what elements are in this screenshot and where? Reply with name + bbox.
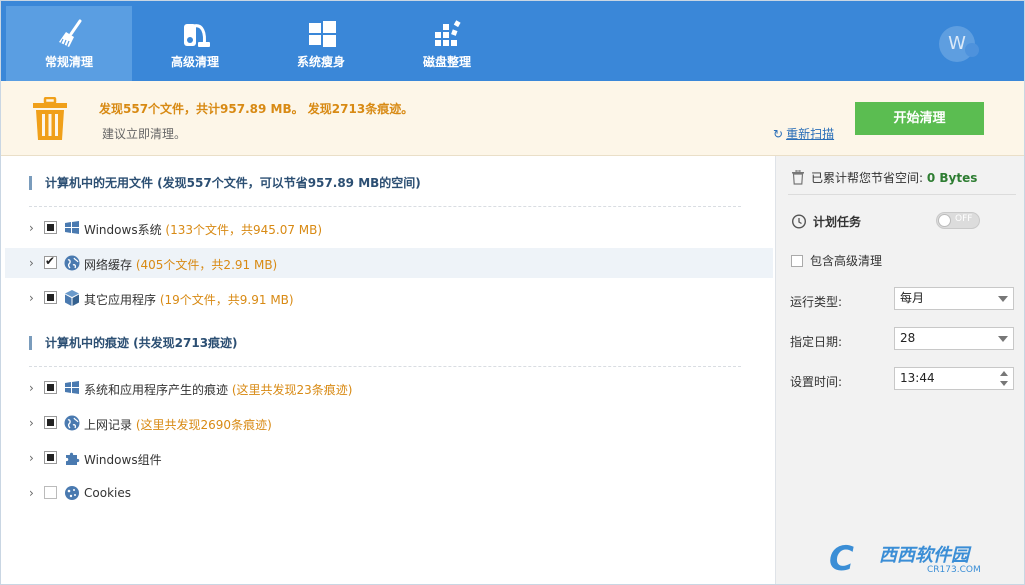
watermark-c-icon: C xyxy=(829,539,854,579)
windows-icon xyxy=(65,381,79,394)
time-label: 设置时间: xyxy=(790,375,843,389)
chevron-right-icon[interactable]: › xyxy=(29,291,34,305)
windows-icon xyxy=(65,221,79,234)
globe-icon xyxy=(64,255,80,271)
run-type-value: 每月 xyxy=(900,291,925,305)
tab-disk-defrag[interactable]: 磁盘整理 xyxy=(384,6,510,81)
scan-summary: 发现557个文件，共计957.89 MB。 发现2713条痕迹。 xyxy=(99,102,414,116)
item-detail: (19个文件，共9.91 MB) xyxy=(159,293,294,307)
chevron-right-icon[interactable]: › xyxy=(29,486,34,500)
date-value: 28 xyxy=(900,331,916,345)
rescan-label: 重新扫描 xyxy=(786,127,835,141)
schedule-panel: 已累计帮您节省空间: 0 Bytes 计划任务 OFF 包含高级清理 运行类型:… xyxy=(775,156,1024,584)
vacuum-icon xyxy=(184,24,210,47)
watermark-text: 西西软件园 xyxy=(879,545,969,566)
spin-up-icon[interactable] xyxy=(1000,371,1008,376)
cookie-icon xyxy=(65,486,79,500)
run-type-label: 运行类型: xyxy=(790,295,843,309)
tab-advanced-clean[interactable]: 高级清理 xyxy=(132,6,258,81)
refresh-icon: ↻ xyxy=(773,127,784,141)
tab-label: 高级清理 xyxy=(170,55,219,69)
scan-result-banner: 发现557个文件，共计957.89 MB。 发现2713条痕迹。 建议立即清理。… xyxy=(1,81,1024,156)
item-checkbox[interactable] xyxy=(44,254,57,269)
advanced-clean-option[interactable]: 包含高级清理 xyxy=(791,252,882,269)
item-label: 其它应用程序 xyxy=(84,293,157,307)
spin-down-icon[interactable] xyxy=(1000,381,1008,386)
advanced-clean-label: 包含高级清理 xyxy=(810,254,883,268)
trash-icon xyxy=(33,97,67,140)
tab-regular-clean[interactable]: 常规清理 xyxy=(6,6,132,81)
item-checkbox[interactable] xyxy=(44,451,57,464)
divider xyxy=(788,194,1016,195)
saved-space-value: 0 Bytes xyxy=(926,171,978,185)
item-label: Windows组件 xyxy=(84,453,162,467)
broom-icon xyxy=(59,19,82,47)
list-item[interactable]: › 上网记录 (这里共发现2690条痕迹) xyxy=(5,408,773,438)
divider xyxy=(29,206,741,207)
list-item[interactable]: › Windows组件 xyxy=(5,443,773,473)
list-item[interactable]: › 网络缓存 (405个文件，共2.91 MB) xyxy=(5,248,773,278)
trash-icon xyxy=(792,169,804,185)
item-detail: (这里共发现23条痕迹) xyxy=(231,383,353,397)
time-value: 13:44 xyxy=(900,371,935,385)
date-label: 指定日期: xyxy=(790,335,843,349)
toggle-state: OFF xyxy=(955,214,973,224)
section-title-junk-files: 计算机中的无用文件 (发现557个文件，可以节省957.89 MB的空间) xyxy=(29,176,421,190)
schedule-toggle[interactable]: OFF xyxy=(936,212,980,229)
chevron-right-icon[interactable]: › xyxy=(29,416,34,430)
app-window: 常规清理 高级清理 系统瘦身 磁盘整理 W 发现557个文件，共计957.89 … xyxy=(0,0,1025,585)
section-title-traces: 计算机中的痕迹 (共发现2713痕迹) xyxy=(29,336,238,350)
defrag-icon xyxy=(435,20,461,46)
top-nav: 常规清理 高级清理 系统瘦身 磁盘整理 W xyxy=(1,1,1024,81)
item-checkbox[interactable] xyxy=(44,416,57,429)
list-item[interactable]: › Cookies xyxy=(5,478,773,508)
tab-label: 磁盘整理 xyxy=(422,55,471,69)
watermark-sub: CR173.COM xyxy=(927,565,981,575)
item-checkbox[interactable] xyxy=(44,486,57,499)
time-stepper[interactable]: 13:44 xyxy=(894,367,1014,390)
advanced-clean-checkbox[interactable] xyxy=(791,255,803,267)
item-label: 上网记录 xyxy=(84,418,133,432)
item-detail: (405个文件，共2.91 MB) xyxy=(135,258,278,272)
scan-advice: 建议立即清理。 xyxy=(102,127,187,141)
list-item[interactable]: › 系统和应用程序产生的痕迹 (这里共发现23条痕迹) xyxy=(5,373,773,403)
clean-items-list: 计算机中的无用文件 (发现557个文件，可以节省957.89 MB的空间) › … xyxy=(1,156,775,584)
windows-icon xyxy=(309,21,336,47)
watermark-logo: C 西西软件园 CR173.COM xyxy=(829,537,1019,581)
chevron-right-icon[interactable]: › xyxy=(29,381,34,395)
chevron-right-icon[interactable]: › xyxy=(29,451,34,465)
item-label: Windows系统 xyxy=(84,223,162,237)
item-label: 网络缓存 xyxy=(84,258,133,272)
start-clean-button[interactable]: 开始清理 xyxy=(855,102,984,135)
item-checkbox[interactable] xyxy=(44,381,57,394)
divider xyxy=(29,366,741,367)
tab-label: 系统瘦身 xyxy=(296,55,345,69)
globe-icon xyxy=(64,415,80,431)
cube-icon xyxy=(65,290,79,306)
clock-icon xyxy=(791,214,807,229)
chevron-right-icon[interactable]: › xyxy=(29,221,34,235)
run-type-select[interactable]: 每月 xyxy=(894,287,1014,310)
tab-system-slim[interactable]: 系统瘦身 xyxy=(258,6,384,81)
item-label: Cookies xyxy=(84,486,131,500)
list-item[interactable]: › Windows系统 (133个文件，共945.07 MB) xyxy=(5,213,773,243)
item-detail: (这里共发现2690条痕迹) xyxy=(135,418,272,432)
chevron-right-icon[interactable]: › xyxy=(29,256,34,270)
item-checkbox[interactable] xyxy=(44,291,57,304)
chevron-down-icon xyxy=(998,336,1008,342)
tab-label: 常规清理 xyxy=(44,55,93,69)
puzzle-icon xyxy=(66,452,80,465)
list-item[interactable]: › 其它应用程序 (19个文件，共9.91 MB) xyxy=(5,283,773,313)
item-label: 系统和应用程序产生的痕迹 xyxy=(84,383,229,397)
rescan-link[interactable]: ↻ 重新扫描 xyxy=(773,125,834,142)
date-select[interactable]: 28 xyxy=(894,327,1014,350)
avatar-status-dot xyxy=(965,43,979,57)
toggle-knob xyxy=(938,214,951,227)
chevron-down-icon xyxy=(998,296,1008,302)
schedule-label: 计划任务 xyxy=(813,215,862,229)
item-checkbox[interactable] xyxy=(44,221,57,234)
item-detail: (133个文件，共945.07 MB) xyxy=(165,223,323,237)
saved-space-label: 已累计帮您节省空间: xyxy=(811,171,924,185)
